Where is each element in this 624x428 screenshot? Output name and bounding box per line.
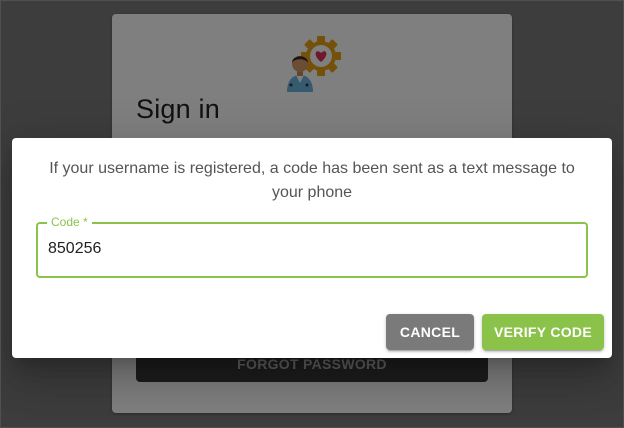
dialog-message: If your username is registered, a code h… <box>49 160 575 201</box>
cancel-button[interactable]: Cancel <box>386 314 474 350</box>
verification-dialog: If your username is registered, a code h… <box>12 138 612 358</box>
code-field[interactable]: Code * <box>36 215 588 278</box>
code-field-label: Code * <box>47 215 92 229</box>
verify-code-button[interactable]: Verify code <box>482 314 604 350</box>
code-input[interactable] <box>48 237 548 261</box>
